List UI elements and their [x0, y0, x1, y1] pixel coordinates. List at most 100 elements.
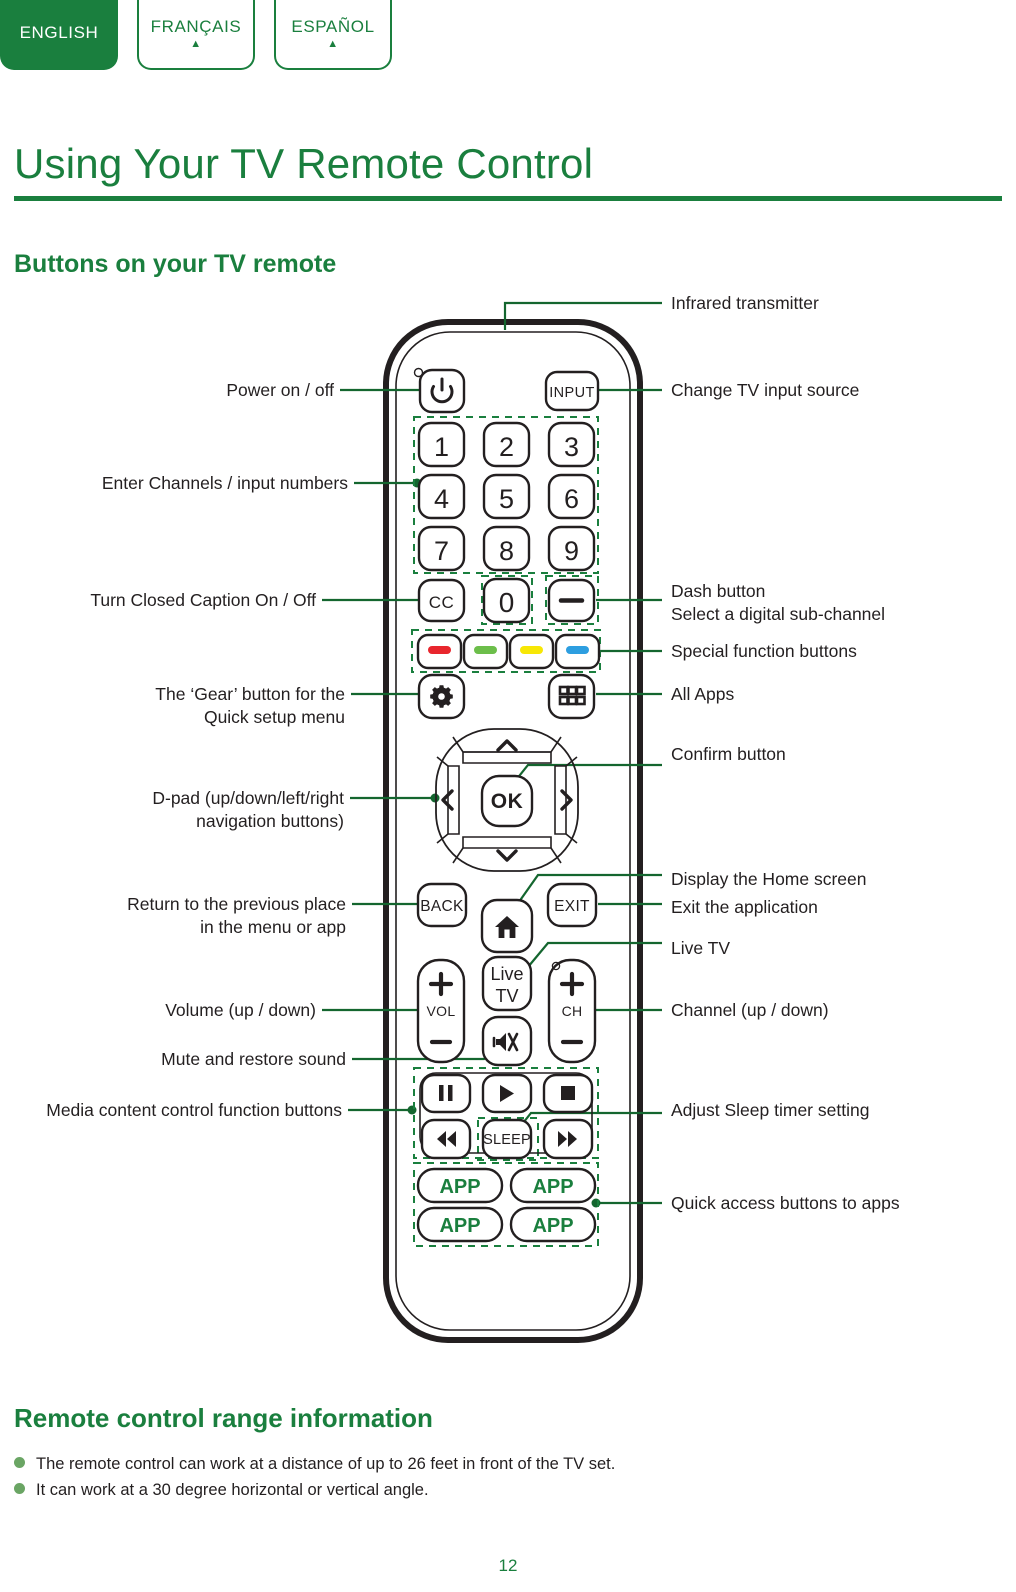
remote-shell	[383, 319, 643, 1343]
media-controls: SLEEP	[419, 1072, 594, 1160]
fast-forward-icon	[558, 1131, 577, 1147]
svg-text:0: 0	[499, 587, 515, 618]
callout-media-control: Media content control function buttons	[46, 1100, 342, 1120]
callout-back-return: Return to the previous place in the menu…	[127, 894, 346, 937]
svg-text:TV: TV	[495, 986, 518, 1006]
callout-change-tv-input: Change TV input source	[671, 380, 860, 400]
language-tab-espanol-label: ESPAÑOL	[291, 17, 375, 36]
button-channel: CH	[547, 958, 597, 1064]
page-title: Using Your TV Remote Control	[14, 140, 594, 187]
svg-text:7: 7	[434, 536, 449, 566]
language-tab-english-label: ENGLISH	[19, 22, 99, 42]
dpad-right-icon	[560, 789, 573, 811]
callout-d-pad: D-pad (up/down/left/right navigation but…	[152, 788, 344, 831]
language-tab-francais[interactable]: FRANÇAIS ▲	[137, 0, 255, 70]
language-tab-bar: ENGLISH FRANÇAIS ▲ ESPAÑOL ▲	[0, 0, 1016, 72]
button-home	[480, 898, 534, 954]
app-shortcut-buttons: APP APP APP APP	[416, 1167, 597, 1243]
range-info-heading: Remote control range information	[14, 1403, 433, 1433]
home-icon	[495, 916, 519, 938]
button-mute	[481, 1015, 533, 1067]
svg-text:INPUT: INPUT	[549, 385, 595, 401]
caret-up-icon: ▲	[190, 38, 202, 50]
button-all-apps	[547, 673, 596, 720]
leader-lines-left	[322, 388, 499, 1115]
range-bullet-text: The remote control can work at a distanc…	[36, 1455, 616, 1473]
play-icon	[500, 1085, 514, 1102]
callout-closed-caption: Turn Closed Caption On / Off	[90, 590, 316, 610]
color-key-green	[474, 646, 497, 654]
stop-icon	[561, 1086, 575, 1100]
dpad-up-icon	[496, 739, 518, 752]
button-live-tv: Live TV	[481, 955, 533, 1012]
callout-power-on-off: Power on / off	[226, 380, 334, 400]
dpad-left-icon	[441, 789, 454, 811]
svg-text:VOL: VOL	[427, 1003, 456, 1019]
button-input: INPUT	[544, 370, 600, 412]
pause-icon	[439, 1085, 453, 1101]
bullet-dot-icon	[14, 1483, 25, 1494]
leader-lines-right	[503, 301, 662, 1208]
svg-text:APP: APP	[532, 1176, 573, 1198]
rewind-icon	[437, 1131, 456, 1147]
callout-enter-channels: Enter Channels / input numbers	[101, 473, 348, 493]
callout-gear-quick-setup: The ‘Gear’ button for the Quick setup me…	[155, 684, 345, 727]
range-bullet-item: It can work at a 30 degree horizontal or…	[14, 1481, 429, 1500]
callout-all-apps: All Apps	[671, 684, 735, 704]
color-key-yellow	[520, 646, 543, 654]
callout-exit-application: Exit the application	[671, 897, 818, 917]
d-pad: OK	[435, 728, 579, 872]
callout-infrared-transmitter: Infrared transmitter	[671, 293, 819, 313]
button-power	[413, 367, 466, 414]
svg-text:SLEEP: SLEEP	[483, 1132, 531, 1148]
page-number: 12	[498, 1556, 518, 1575]
callout-quick-access-apps: Quick access buttons to apps	[671, 1193, 900, 1213]
callout-special-function: Special function buttons	[671, 641, 857, 661]
svg-text:APP: APP	[439, 1176, 480, 1198]
color-key-red	[428, 646, 451, 654]
svg-text:5: 5	[499, 484, 514, 514]
button-volume: VOL	[416, 958, 466, 1064]
range-bullet-text: It can work at a 30 degree horizontal or…	[36, 1481, 429, 1499]
button-gear	[417, 673, 466, 720]
dpad-down-icon	[496, 849, 518, 862]
color-key-blue	[566, 646, 589, 654]
svg-text:EXIT: EXIT	[554, 898, 590, 915]
callout-channel: Channel (up / down)	[671, 1000, 829, 1020]
button-back: BACK	[416, 882, 468, 928]
svg-text:9: 9	[564, 536, 579, 566]
section-heading: Buttons on your TV remote	[14, 250, 337, 278]
svg-text:Live: Live	[490, 964, 523, 984]
callout-mute: Mute and restore sound	[161, 1049, 346, 1069]
svg-text:6: 6	[564, 484, 579, 514]
svg-text:1: 1	[434, 432, 449, 462]
callout-sleep-timer: Adjust Sleep timer setting	[671, 1100, 870, 1120]
language-tab-espanol[interactable]: ESPAÑOL ▲	[274, 0, 392, 70]
grid-icon	[558, 685, 586, 706]
language-tab-francais-label: FRANÇAIS	[150, 17, 242, 36]
mute-icon	[492, 1032, 519, 1052]
svg-text:8: 8	[499, 536, 514, 566]
button-exit: EXIT	[546, 882, 598, 928]
keypad-numbers: 1 2 3 4 5 6 7 8 9	[417, 421, 596, 572]
svg-text:OK: OK	[491, 790, 524, 813]
bullet-dot-icon	[14, 1457, 25, 1468]
svg-text:APP: APP	[532, 1215, 573, 1237]
color-function-keys	[416, 633, 601, 670]
range-bullet-item: The remote control can work at a distanc…	[14, 1455, 615, 1474]
language-tab-english[interactable]: ENGLISH	[0, 0, 118, 70]
caret-up-icon: ▲	[327, 38, 339, 50]
callout-home-screen: Display the Home screen	[671, 869, 867, 889]
svg-text:2: 2	[499, 432, 514, 462]
callout-confirm-button: Confirm button	[671, 744, 786, 764]
dashed-groups	[411, 416, 601, 1247]
callout-live-tv: Live TV	[671, 938, 731, 958]
row-cc-zero-dash: CC 0	[417, 577, 596, 624]
callout-dash-button: Dash button Select a digital sub-channel	[671, 581, 886, 624]
svg-text:3: 3	[564, 432, 579, 462]
svg-text:CC: CC	[429, 593, 455, 612]
svg-text:BACK: BACK	[420, 898, 464, 915]
svg-text:4: 4	[434, 484, 449, 514]
svg-text:CH: CH	[562, 1003, 583, 1019]
callout-volume: Volume (up / down)	[165, 1000, 316, 1020]
